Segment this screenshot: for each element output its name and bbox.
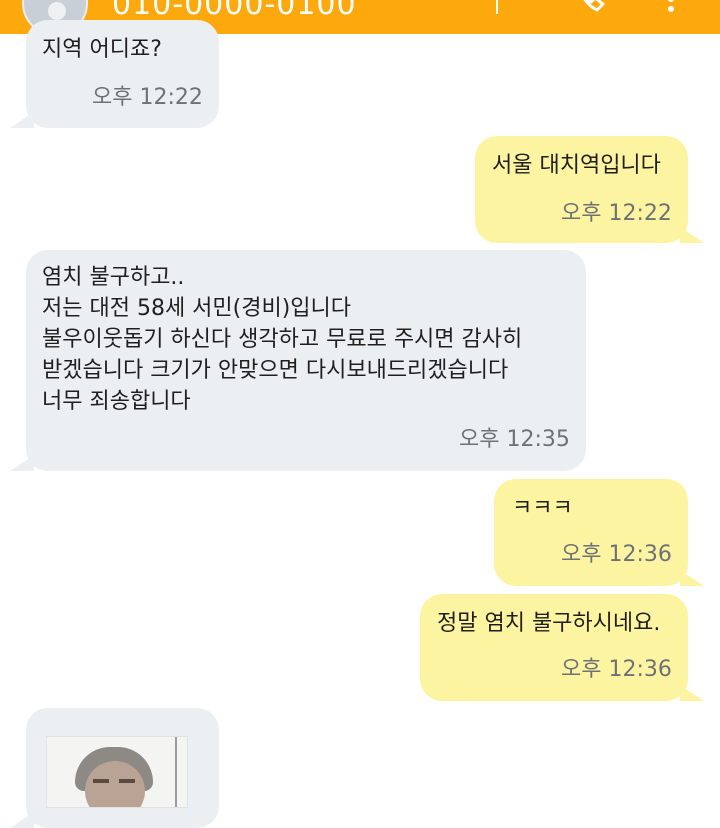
message-text-line: 받겠습니다 크기가 안맞으면 다시보내드리겠습니다 [42,358,509,383]
contact-number[interactable]: 010-0000-0100 [112,0,357,22]
message-text-line: 정말 염치 불구하시네요. [437,611,661,636]
message-bubble-outgoing: ㅋㅋㅋ 오후 12:36 [494,479,704,586]
message-bubble-outgoing: 서울 대치역입니다 오후 12:22 [475,136,704,243]
message-bubble-incoming: 염치 불구하고.. 저는 대전 58세 서민(경비)입니다 불우이웃돕기 하신다… [10,250,586,471]
message-timestamp: 오후 12:22 [561,201,672,226]
phone-call-icon[interactable] [575,0,611,14]
message-bubble-incoming: 지역 어디죠? 오후 12:22 [10,20,219,128]
message-text-line: 불우이웃돕기 하신다 생각하고 무료로 주시면 감사히 [42,327,523,352]
message-text-line: 서울 대치역입니다 [492,153,661,178]
message-text-line: 염치 불구하고.. [42,265,185,290]
message-timestamp: 오후 12:35 [459,427,570,452]
message-text-line: ㅋㅋㅋ [512,496,573,521]
message-timestamp: 오후 12:36 [561,657,672,682]
message-timestamp: 오후 12:36 [561,542,672,567]
message-text-line: 지역 어디죠? [42,37,162,62]
more-options-icon[interactable] [665,0,677,14]
message-text-line: 저는 대전 58세 서민(경비)입니다 [42,296,352,321]
header-divider [496,0,498,14]
message-text-line: 너무 죄송합니다 [42,389,191,414]
message-bubble-outgoing: 정말 염치 불구하시네요. 오후 12:36 [420,594,704,701]
photo-thumbnail[interactable] [46,736,188,808]
message-timestamp: 오후 12:22 [92,85,203,110]
